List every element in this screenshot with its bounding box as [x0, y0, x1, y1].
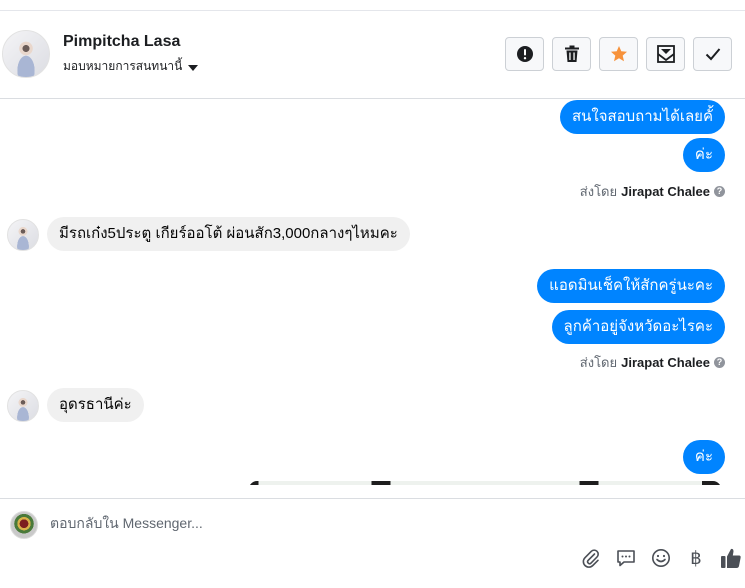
contact-name[interactable]: Pimpitcha Lasa — [63, 33, 180, 51]
caret-down-icon — [188, 64, 199, 71]
page-avatar — [10, 511, 38, 539]
image-attachment-preview[interactable] — [249, 481, 721, 485]
star-icon — [610, 46, 627, 62]
assign-conversation-dropdown[interactable]: มอบหมายการสนทนานี้ — [63, 57, 199, 76]
sent-by-prefix: ส่งโดย — [579, 355, 618, 370]
trash-icon — [564, 45, 579, 62]
delete-button[interactable] — [552, 37, 591, 71]
composer-tools: ฿ — [580, 547, 742, 569]
message-incoming[interactable]: อุดรธานีค่ะ — [47, 388, 144, 422]
message-outgoing[interactable]: ค่ะ — [682, 138, 725, 172]
thumbs-up-icon — [721, 548, 741, 568]
assign-label: มอบหมายการสนทนานี้ — [63, 59, 183, 73]
payment-button[interactable]: ฿ — [685, 547, 707, 569]
help-icon[interactable]: ? — [714, 357, 725, 368]
message-thread[interactable]: สนใจสอบถามได้เลยคั้ ค่ะ ส่งโดย Jirapat C… — [0, 100, 745, 485]
alert-icon — [516, 46, 533, 62]
message-outgoing[interactable]: ค่ะ — [682, 440, 725, 474]
baht-icon: ฿ — [690, 548, 702, 568]
paperclip-icon — [582, 549, 599, 568]
attach-button[interactable] — [580, 547, 602, 569]
sent-by-agent[interactable]: Jirapat Chalee — [621, 355, 710, 370]
contact-avatar-small[interactable] — [7, 390, 39, 422]
done-button[interactable] — [693, 37, 732, 71]
emoji-button[interactable] — [650, 547, 672, 569]
chat-bubble-icon — [617, 550, 635, 567]
message-outgoing[interactable]: แอดมินเช็คให้สักครู่นะคะ — [537, 269, 725, 303]
check-icon — [705, 48, 720, 61]
message-outgoing[interactable]: สนใจสอบถามได้เลยคั้ — [559, 100, 725, 134]
envelope-icon — [656, 45, 675, 63]
star-button[interactable] — [599, 37, 638, 71]
saved-replies-button[interactable] — [615, 547, 637, 569]
reply-input[interactable] — [50, 513, 550, 533]
sent-by-label: ส่งโดย Jirapat Chalee ? — [580, 181, 725, 202]
smiley-icon — [652, 549, 670, 567]
conversation-header: Pimpitcha Lasa มอบหมายการสนทนานี้ — [0, 11, 745, 99]
mark-unread-button[interactable] — [646, 37, 685, 71]
like-button[interactable] — [720, 547, 742, 569]
sent-by-agent[interactable]: Jirapat Chalee — [621, 184, 710, 199]
reply-composer: ฿ — [0, 498, 745, 588]
sent-by-prefix: ส่งโดย — [579, 184, 618, 199]
contact-avatar[interactable] — [2, 30, 50, 78]
message-incoming[interactable]: มีรถเก๋ง5ประตู เกียร์ออโต้ ผ่อนสัก3,000ก… — [47, 217, 410, 251]
sent-by-label: ส่งโดย Jirapat Chalee ? — [580, 352, 725, 373]
message-outgoing[interactable]: ลูกค้าอยู่จังหวัดอะไรคะ — [551, 310, 725, 344]
help-icon[interactable]: ? — [714, 186, 725, 197]
contact-avatar-small[interactable] — [7, 219, 39, 251]
spam-button[interactable] — [505, 37, 544, 71]
header-actions — [505, 37, 732, 71]
